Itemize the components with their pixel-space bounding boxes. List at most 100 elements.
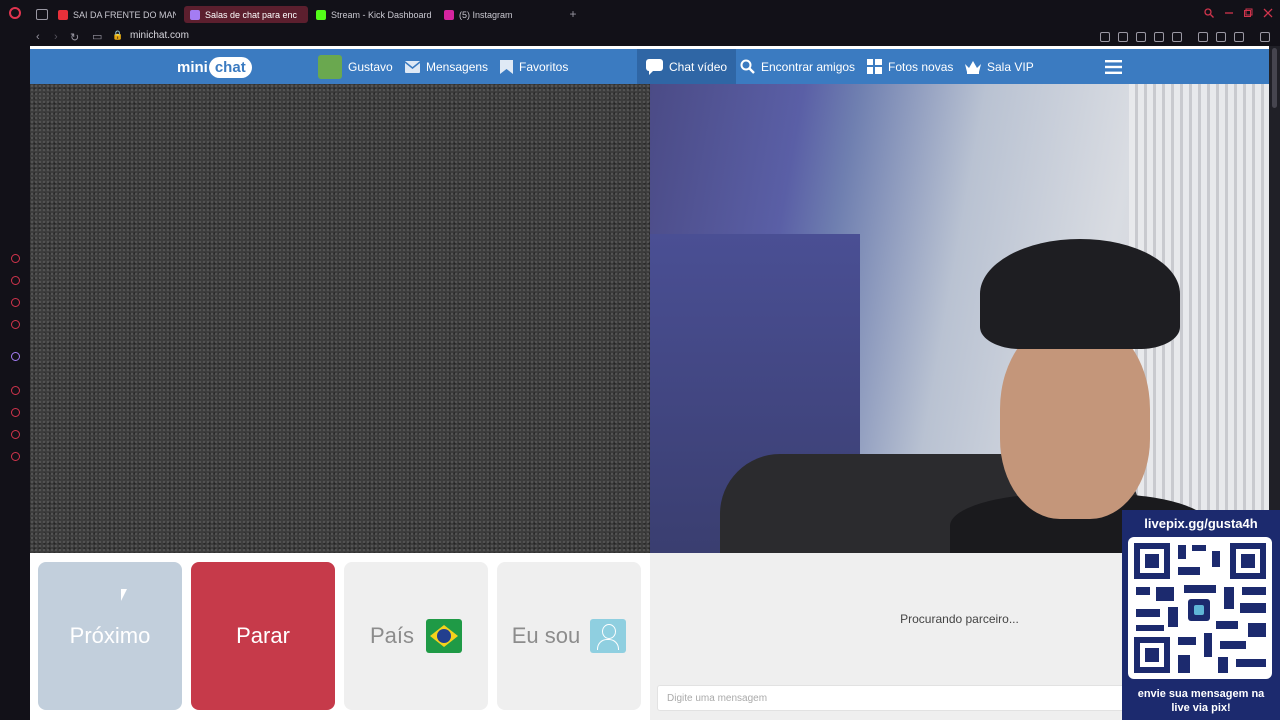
browser-sidebar — [0, 46, 30, 720]
own-webcam-video — [650, 84, 1269, 553]
tab-label: Salas de chat para enc — [205, 9, 298, 20]
tab-kick[interactable]: Stream - Kick Dashboard — [316, 6, 436, 23]
youtube-icon — [58, 9, 68, 20]
nav-favorites[interactable]: Favoritos — [500, 49, 568, 84]
user-icon — [590, 619, 627, 653]
sidebar-twitch-app-icon[interactable] — [11, 352, 20, 361]
avatar — [318, 54, 342, 79]
bookmark-icon — [500, 59, 513, 74]
mouse-cursor-icon — [121, 589, 127, 601]
restore-icon[interactable] — [1243, 8, 1253, 18]
brazil-flag-icon — [426, 619, 463, 653]
livepix-message: envie sua mensagem na live via pix! — [1122, 687, 1280, 715]
nav-vip-room[interactable]: Sala VIP — [965, 49, 1034, 84]
tab-overview-icon[interactable] — [36, 9, 48, 20]
qr-code-icon — [1134, 543, 1266, 673]
sidebar-music-icon[interactable] — [11, 320, 20, 329]
tab-label: Stream - Kick Dashboard — [331, 9, 432, 20]
search-icon[interactable] — [1204, 8, 1214, 18]
iam-button[interactable]: Eu sou — [497, 562, 641, 710]
instagram-icon — [444, 9, 454, 20]
livepix-line-1: envie sua mensagem na — [1137, 688, 1265, 700]
livepix-line-2: live via pix! — [1171, 702, 1231, 714]
back-icon[interactable]: ‹ — [36, 31, 40, 43]
nav-favorites-label: Favoritos — [519, 59, 569, 74]
player-icon[interactable] — [1154, 32, 1164, 42]
new-tab-icon[interactable]: + — [568, 8, 578, 20]
sidebar-player-icon[interactable] — [11, 386, 20, 395]
country-button[interactable]: País — [344, 562, 488, 710]
cap — [980, 239, 1180, 349]
crown-icon — [965, 60, 981, 74]
sidebar-settings-icon[interactable] — [11, 452, 20, 461]
top-nav: mini chat Gustavo Mensagens Favoritos Ch… — [30, 49, 1269, 84]
nav-vip-room-label: Sala VIP — [987, 59, 1034, 74]
livepix-overlay: livepix.gg/gusta4h envie sua mensagem na… — [1122, 510, 1280, 720]
bookmark-icon[interactable] — [1100, 32, 1110, 42]
qr-code — [1128, 537, 1272, 679]
address-bar: ‹ › ↻ ▭ 🔒 minichat.com — [0, 28, 1280, 46]
forward-icon[interactable]: › — [54, 31, 58, 43]
stop-label: Parar — [236, 623, 290, 648]
hamburger-menu-button[interactable] — [1105, 49, 1122, 84]
wallet-icon[interactable] — [1198, 32, 1208, 42]
ai-icon[interactable] — [1234, 32, 1244, 42]
tab-minichat[interactable]: Salas de chat para enc — [184, 6, 308, 23]
reload-icon[interactable]: ↻ — [70, 31, 79, 44]
message-input[interactable]: Digite uma mensagem — [657, 685, 1137, 711]
shield-icon[interactable] — [1136, 32, 1146, 42]
chat-bubble-icon — [646, 58, 663, 75]
browser-tab-bar: SAI DA FRENTE DO MANO Salas de chat para… — [0, 0, 1280, 28]
grid-icon — [867, 59, 882, 74]
scrollbar-thumb[interactable] — [1272, 48, 1277, 108]
minimize-icon[interactable] — [1224, 8, 1234, 18]
next-button[interactable]: Próximo — [38, 562, 182, 710]
kick-icon — [316, 9, 326, 20]
snapshot-icon[interactable] — [1118, 32, 1128, 42]
nav-new-photos[interactable]: Fotos novas — [867, 49, 953, 84]
stop-button[interactable]: Parar — [191, 562, 335, 710]
menu-icon[interactable] — [1260, 32, 1270, 42]
envelope-icon — [405, 60, 420, 73]
face — [1000, 319, 1150, 519]
nav-video-chat[interactable]: Chat vídeo — [637, 49, 737, 84]
close-icon[interactable] — [1263, 8, 1273, 18]
tab-instagram[interactable]: (5) Instagram — [444, 6, 544, 23]
camera-icon[interactable]: ▭ — [92, 30, 102, 43]
iam-label: Eu sou — [511, 623, 581, 648]
twitch-icon — [190, 9, 200, 20]
country-label: País — [369, 623, 415, 648]
tab-label: SAI DA FRENTE DO MANO — [73, 9, 176, 20]
nav-user[interactable]: Gustavo — [318, 49, 393, 84]
nav-user-label: Gustavo — [348, 59, 393, 74]
nav-messages-label: Mensagens — [426, 59, 489, 74]
livepix-url: livepix.gg/gusta4h — [1144, 516, 1258, 531]
url-text[interactable]: minichat.com — [130, 30, 189, 41]
sidebar-bot-icon[interactable] — [11, 276, 20, 285]
minichat-page: mini chat Gustavo Mensagens Favoritos Ch… — [30, 46, 1269, 720]
streamer-figure — [950, 239, 1210, 553]
next-label: Próximo — [69, 623, 151, 648]
chat-controls: Próximo Parar País Eu sou — [30, 553, 650, 720]
logo-prefix: mini — [177, 58, 208, 76]
nav-new-photos-label: Fotos novas — [888, 59, 954, 74]
sidebar-extensions-icon[interactable] — [11, 430, 20, 439]
logo-suffix: chat — [208, 56, 252, 78]
nav-find-friends-label: Encontrar amigos — [761, 59, 856, 74]
sidebar-twitch-icon[interactable] — [11, 298, 20, 307]
sidebar-history-icon[interactable] — [11, 408, 20, 417]
lock-icon: 🔒 — [112, 30, 124, 40]
download-icon[interactable] — [1216, 32, 1226, 42]
search-icon — [740, 59, 755, 74]
nav-find-friends[interactable]: Encontrar amigos — [740, 49, 855, 84]
sidebar-flow-icon[interactable] — [11, 254, 20, 263]
tab-label: (5) Instagram — [459, 9, 513, 20]
nav-messages[interactable]: Mensagens — [405, 49, 488, 84]
tab-youtube[interactable]: SAI DA FRENTE DO MANO — [58, 6, 176, 23]
heart-icon[interactable] — [1172, 32, 1182, 42]
partner-video-static — [30, 84, 650, 553]
opera-logo-icon[interactable] — [9, 7, 21, 19]
hamburger-icon — [1105, 59, 1122, 74]
minichat-logo[interactable]: mini chat — [177, 55, 252, 79]
nav-video-chat-label: Chat vídeo — [669, 59, 728, 74]
